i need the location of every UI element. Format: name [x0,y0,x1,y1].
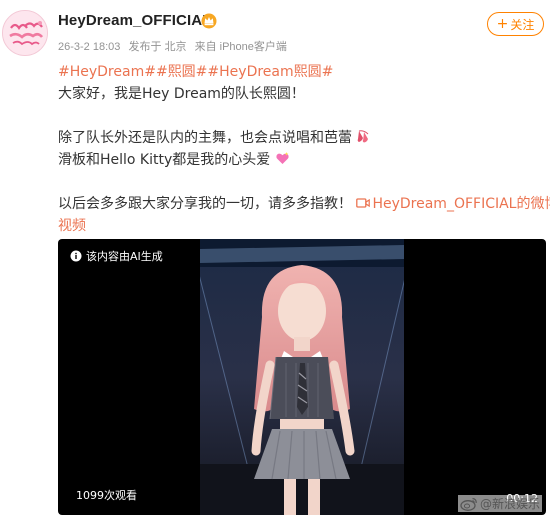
hashtag-xiyuan[interactable]: #熙圆# [156,64,207,80]
plus-icon: + [496,16,509,32]
video-thumbnail [200,239,404,515]
post-line-4-text: 以后会多多跟大家分享我的一切，请多多指教！ [58,196,352,212]
video-player[interactable]: 该内容由AI生成 1099次观看 00:12 [58,239,546,515]
view-count: 1099次观看 [76,489,137,502]
video-source-link-label: HeyDream_OFFICIAL的微博 [372,196,550,212]
ai-label-text: 该内容由AI生成 [86,250,163,263]
post-line-3: 滑板和Hello Kitty都是我的心头爱 [58,149,544,171]
avatar[interactable] [2,10,48,56]
hashtag-heydream[interactable]: #HeyDream# [58,64,156,80]
watermark: @新浪娱乐 [458,495,543,512]
hashtag-row: #HeyDream##熙圆##HeyDream熙圆# [58,61,544,83]
weibo-logo-icon [460,497,477,511]
post-date[interactable]: 26-3-2 18:03 [58,41,120,53]
post-meta: 26-3-2 18:03 发布于 北京 来自 iPhone客户端 [58,38,292,54]
ai-generated-label: 该内容由AI生成 [70,248,163,264]
post-location: 发布于 北京 [128,41,187,53]
post-line-2: 除了队长外还是队内的主舞，也会点说唱和芭蕾 [58,127,544,149]
video-camera-icon [356,198,371,208]
post-line-4: 以后会多多跟大家分享我的一切，请多多指教！ HeyDream_OFFICIAL的… [58,193,550,215]
post-line-1: 大家好，我是Hey Dream的队长熙圆！ [58,86,305,102]
follow-button[interactable]: + 关注 [487,12,544,36]
follow-label: 关注 [510,17,535,32]
video-source-link-continued[interactable]: 视频 [58,215,544,237]
post-header: HeyDream_OFFICIAL 26-3-2 18:03 发布于 北京 来自… [0,0,550,58]
info-icon [70,250,82,262]
watermark-text: @新浪娱乐 [480,497,541,511]
heydream-logo-icon [3,11,47,55]
crown-icon [201,13,217,29]
post-line-2-text: 除了队长外还是队内的主舞，也会点说唱和芭蕾 [58,130,352,146]
post-text: #HeyDream##熙圆##HeyDream熙圆# 大家好，我是Hey Dre… [58,61,550,237]
sparkling-heart-icon [276,152,289,164]
hashtag-heydream-xiyuan[interactable]: #HeyDream熙圆# [207,64,333,80]
post-line-3-text: 滑板和Hello Kitty都是我的心头爱 [58,152,271,168]
ballet-shoe-icon [358,130,369,143]
video-source-link[interactable]: HeyDream_OFFICIAL的微博 [356,196,550,212]
post-device: 来自 iPhone客户端 [194,41,287,53]
user-name[interactable]: HeyDream_OFFICIAL [58,12,211,29]
